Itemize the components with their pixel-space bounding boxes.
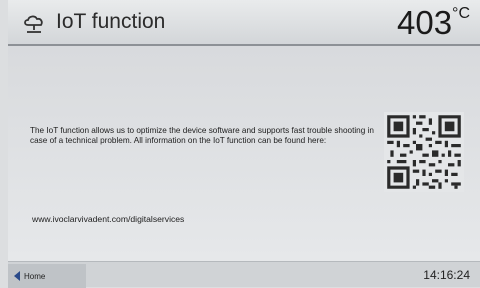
footer-bar: Home 14:16:24	[8, 261, 480, 288]
qr-code-icon[interactable]	[384, 112, 464, 192]
cloud-network-icon	[24, 15, 43, 33]
header-bar: IoT function 403°C	[8, 0, 480, 46]
content-area: The IoT function allows us to optimize t…	[8, 46, 480, 261]
iot-description: The IoT function allows us to optimize t…	[30, 126, 374, 145]
digital-services-link[interactable]: www.ivoclarvivadent.com/digitalservices	[32, 214, 184, 224]
home-button[interactable]: Home	[8, 264, 86, 288]
clock: 14:16:24	[423, 268, 470, 282]
temperature-unit: °C	[452, 5, 470, 22]
temperature-value: 403	[396, 4, 453, 41]
back-arrow-icon	[14, 271, 20, 281]
page-title: IoT function	[56, 10, 166, 33]
home-button-label: Home	[24, 271, 46, 281]
device-screen: IoT function 403°C The IoT function allo…	[8, 0, 480, 288]
temperature-readout: 403°C	[397, 4, 470, 42]
